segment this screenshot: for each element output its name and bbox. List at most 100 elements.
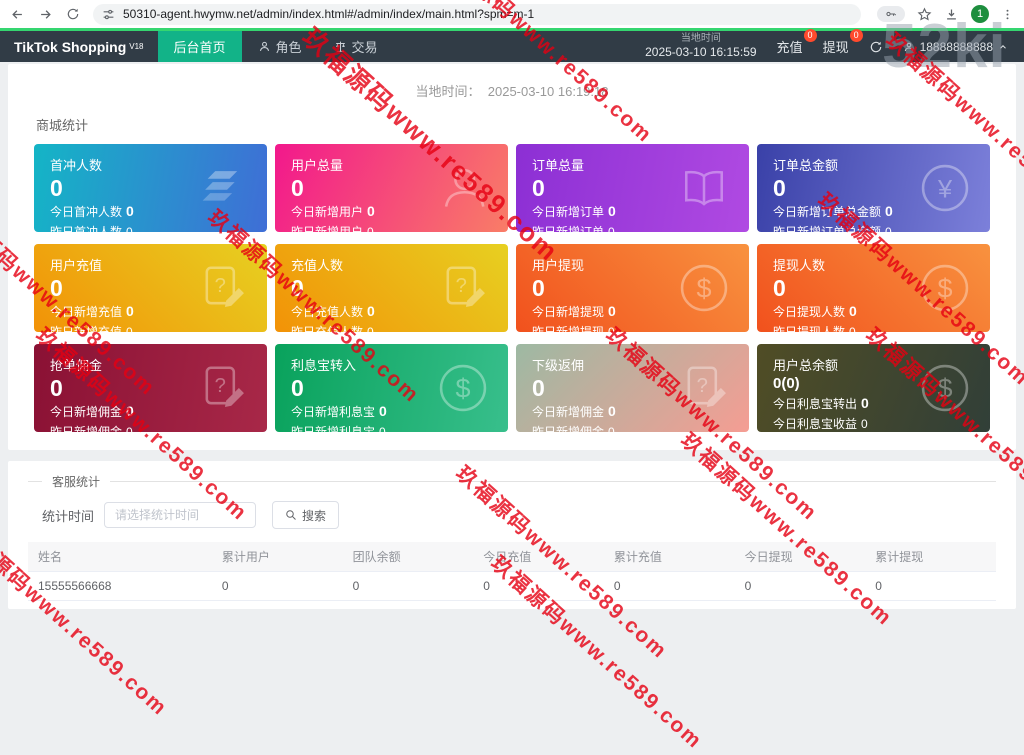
card-line1-value: 0 <box>367 203 375 220</box>
card-line2-value: 0 <box>849 325 856 332</box>
card-line2-label: 昨日新增用户 <box>291 225 363 232</box>
svg-text:$: $ <box>696 273 711 303</box>
card-line2-value: 0 <box>608 325 615 332</box>
col-header-team-balance: 团队余额 <box>342 542 474 572</box>
card-line1-label: 今日新增利息宝 <box>291 405 376 420</box>
card-line1-value: 0 <box>608 403 616 420</box>
profile-avatar[interactable]: 1 <box>971 5 989 23</box>
card-line2-label: 昨日新增订单总金额 <box>773 225 881 232</box>
dollar-icon: $ <box>677 261 731 315</box>
stat-card-user-recharge: 用户充值 0 今日新增充值0 昨日新增充值0 ? <box>34 244 267 332</box>
col-header-total-withdraw: 累计提现 <box>865 542 996 572</box>
dollar-icon: $ <box>436 361 490 415</box>
stat-card-withdraw-users: 提现人数 0 今日提现人数0 昨日提现人数0 $ <box>757 244 990 332</box>
service-table: 姓名 累计用户 团队余额 今日充值 累计充值 今日提现 累计提现 1555556… <box>28 542 996 601</box>
col-header-name: 姓名 <box>28 542 212 572</box>
card-line1-label: 今日新增佣金 <box>532 405 605 420</box>
card-line2-label: 昨日充值人数 <box>291 325 363 332</box>
nav-item-label: 角色 <box>275 40 302 55</box>
back-icon[interactable] <box>10 7 25 22</box>
download-icon[interactable] <box>944 7 959 22</box>
user-icon <box>436 161 490 215</box>
svg-text:$: $ <box>455 373 470 403</box>
service-stats-fieldset: 客服统计 统计时间 搜索 姓名 累计用户 团队余额 今日充值 <box>28 473 996 601</box>
col-header-today-withdraw: 今日提现 <box>734 542 866 572</box>
navbar-local-time: 当地时间 2025-03-10 16:15:59 <box>645 33 756 61</box>
dollar-icon: $ <box>918 261 972 315</box>
search-button[interactable]: 搜索 <box>272 501 340 529</box>
card-line2-value: 0 <box>861 416 868 431</box>
svg-text:?: ? <box>215 375 226 397</box>
browser-menu-icon[interactable] <box>1001 8 1014 21</box>
chevron-up-icon <box>998 42 1008 52</box>
card-line1-value: 0 <box>126 303 134 320</box>
nav-item-dashboard[interactable]: 后台首页 <box>157 31 242 62</box>
brand-logo[interactable]: TikTok Shopping V18 <box>0 31 158 62</box>
yen-icon: ¥ <box>918 161 972 215</box>
top-navbar: TikTok Shopping V18 后台首页 角色 交易 当地时间 2025… <box>0 29 1024 62</box>
main-content: 当地时间： 2025-03-10 16:19:18 商城统计 首冲人数 0 今日… <box>0 64 1024 609</box>
reload-icon[interactable] <box>66 7 80 21</box>
service-stats-legend: 客服统计 <box>52 475 101 489</box>
password-key-icon[interactable] <box>877 6 905 22</box>
stats-panel: 当地时间： 2025-03-10 16:19:18 商城统计 首冲人数 0 今日… <box>8 64 1016 450</box>
card-line2-value: 0 <box>608 425 615 432</box>
card-line2-label: 昨日提现人数 <box>773 325 845 332</box>
card-line1-value: 0 <box>126 403 134 420</box>
forward-icon[interactable] <box>38 7 53 22</box>
card-line2-value: 0 <box>608 225 615 232</box>
scales-icon <box>334 40 347 53</box>
cell-total-withdraw: 0 <box>865 571 996 601</box>
table-header-row: 姓名 累计用户 团队余额 今日充值 累计充值 今日提现 累计提现 <box>28 542 996 572</box>
cell-total-users: 0 <box>211 571 343 601</box>
local-time-value: 2025-03-10 16:15:59 <box>645 45 757 60</box>
stat-card-order-amount: 订单总金额 0 今日新增订单总金额0 昨日新增订单总金额0 ¥ <box>757 144 990 232</box>
refresh-icon[interactable] <box>869 40 883 54</box>
stat-card-interest-in: 利息宝转入 0 今日新增利息宝0 昨日新增利息宝0 $ <box>275 344 508 432</box>
stat-card-first-recharge-users: 首冲人数 0 今日首冲人数0 昨日首冲人数0 <box>34 144 267 232</box>
bookmark-star-icon[interactable] <box>917 7 932 22</box>
card-line2-label: 昨日新增提现 <box>532 325 604 332</box>
browser-toolbar: 50310-agent.hwymw.net/admin/index.html#/… <box>0 0 1024 28</box>
recharge-button[interactable]: 充值 0 <box>777 29 817 56</box>
card-line1-label: 今日新增提现 <box>532 305 605 320</box>
recharge-badge: 0 <box>803 29 817 42</box>
stat-time-input[interactable] <box>104 502 257 528</box>
card-line2-value: 0 <box>126 425 133 432</box>
brand-text: TikTok Shopping <box>14 38 127 55</box>
card-line2-label: 昨日新增订单 <box>532 225 604 232</box>
layers-icon <box>195 161 249 215</box>
svg-text:$: $ <box>937 273 952 303</box>
svg-text:¥: ¥ <box>937 175 953 203</box>
card-line1-value: 0 <box>885 203 893 220</box>
nav-item-trade[interactable]: 交易 <box>318 31 394 62</box>
search-button-label: 搜索 <box>302 508 327 523</box>
withdraw-button[interactable]: 提现 0 <box>823 29 863 56</box>
stat-card-user-withdraw: 用户提现 0 今日新增提现0 昨日新增提现0 $ <box>516 244 749 332</box>
search-icon <box>285 509 297 521</box>
service-stats-panel: 客服统计 统计时间 搜索 姓名 累计用户 团队余额 今日充值 <box>8 461 1016 609</box>
doc-question-icon: ? <box>436 261 490 315</box>
card-line2-label: 昨日新增佣金 <box>532 425 604 432</box>
account-phone: 18888888888 <box>919 39 993 54</box>
card-line1-label: 今日充值人数 <box>291 305 364 320</box>
card-line1-value: 0 <box>608 303 616 320</box>
svg-text:?: ? <box>456 275 467 297</box>
nav-item-label: 交易 <box>351 40 378 55</box>
stat-card-total-orders: 订单总量 0 今日新增订单0 昨日新增订单0 <box>516 144 749 232</box>
stat-card-recharge-users: 充值人数 0 今日充值人数0 昨日充值人数0 ? <box>275 244 508 332</box>
cell-name: 15555566668 <box>28 571 212 601</box>
person-icon <box>258 40 271 53</box>
account-dropdown[interactable]: 18888888888 <box>903 40 1008 54</box>
address-bar[interactable]: 50310-agent.hwymw.net/admin/index.html#/… <box>93 3 861 25</box>
card-line1-value: 0 <box>379 403 387 420</box>
nav-item-roles[interactable]: 角色 <box>242 31 318 62</box>
card-line1-value: 0 <box>849 303 857 320</box>
col-header-today-recharge: 今日充值 <box>473 542 604 572</box>
card-line1-label: 今日利息宝转出 <box>773 396 858 411</box>
site-settings-icon[interactable] <box>102 8 115 21</box>
card-line1-value: 0 <box>608 203 616 220</box>
doc-question-icon: ? <box>195 361 249 415</box>
brand-version: V18 <box>129 42 144 51</box>
page-time-value: 2025-03-10 16:19:18 <box>487 84 609 99</box>
